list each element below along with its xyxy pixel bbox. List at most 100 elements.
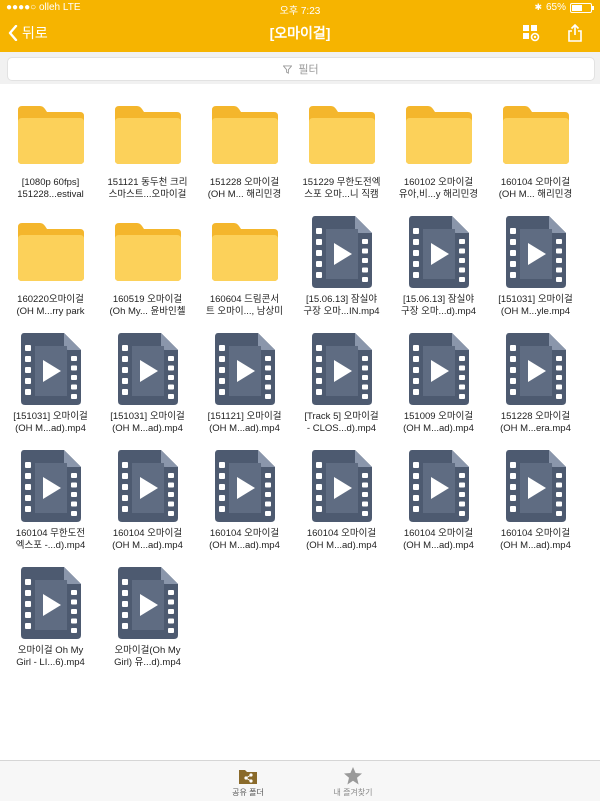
item-label: 151009 오마이걸 (OH M...ad).mp4 (403, 411, 474, 434)
video-file-icon (311, 450, 372, 522)
video-file-icon (117, 333, 178, 405)
item-label: [151121] 오마이걸 (OH M...ad).mp4 (207, 411, 282, 434)
video-file-item[interactable]: [151031] 오마이걸 (OH M...ad).mp4 (2, 329, 99, 435)
clock: 오후 7:23 (279, 6, 321, 17)
item-label: 160102 오마이걸 유아,비...y 해리민경 (398, 177, 479, 200)
video-file-icon (20, 450, 81, 522)
video-file-icon (214, 450, 275, 522)
video-file-icon (505, 333, 566, 405)
video-file-item[interactable]: [15.06.13] 잠실야 구장 오마...d).mp4 (390, 212, 487, 318)
video-file-item[interactable]: [15.06.13] 잠실야 구장 오마...IN.mp4 (293, 212, 390, 318)
folder-icon (114, 106, 181, 164)
folder-item[interactable]: 151229 무한도전엑 스포 오마...니 직캠 (293, 95, 390, 201)
video-file-item[interactable]: 160104 오마이걸 (OH M...ad).mp4 (390, 446, 487, 552)
shared-folder-icon (239, 770, 257, 784)
folder-icon (211, 223, 278, 281)
item-label: 160104 무한도전 엑스포 -...d).mp4 (15, 528, 86, 551)
item-label: [151031] 오마이걸 (OH M...yle.mp4 (498, 294, 573, 317)
grid-view-icon (523, 25, 540, 42)
video-file-item[interactable]: [Track 5] 오마이걸 - CLOS...d).mp4 (293, 329, 390, 435)
video-file-icon (505, 216, 566, 288)
top-bar: ●●●●○ olleh LTE 오후 7:23 ✱ 65% 뒤로 [오마이걸] (0, 0, 600, 52)
share-button[interactable] (564, 22, 586, 44)
item-label: [15.06.13] 잠실야 구장 오마...IN.mp4 (303, 294, 380, 317)
item-label: 160519 오마이걸 (Oh My... 윤바인첼 (109, 294, 186, 317)
item-label: [151031] 오마이걸 (OH M...ad).mp4 (13, 411, 88, 434)
battery-percent: 65% (545, 2, 566, 13)
folder-item[interactable]: 151228 오마이걸 (OH M... 해리민경 (196, 95, 293, 201)
share-icon (568, 24, 582, 42)
video-file-icon (311, 333, 372, 405)
video-file-item[interactable]: 160104 오마이걸 (OH M...ad).mp4 (99, 446, 196, 552)
item-label: 160104 오마이걸 (OH M...ad).mp4 (209, 528, 280, 551)
chevron-left-icon (8, 25, 18, 41)
item-label: 오마이걸(Oh My Girl) 유...d).mp4 (114, 645, 181, 668)
folder-item[interactable]: 160220오마이걸 (OH M...rry park (2, 212, 99, 318)
item-label: 151229 무한도전엑 스포 오마...니 직캠 (302, 177, 381, 200)
video-file-item[interactable]: 오마이걸(Oh My Girl) 유...d).mp4 (99, 563, 196, 669)
video-file-icon (20, 567, 81, 639)
filter-input[interactable]: 필터 (7, 57, 595, 81)
video-file-item[interactable]: 오마이걸 Oh My Girl - LI...6).mp4 (2, 563, 99, 669)
video-file-icon (20, 333, 81, 405)
video-file-icon (311, 216, 372, 288)
item-label: 160104 오마이걸 (OH M...ad).mp4 (112, 528, 183, 551)
folder-item[interactable]: 151121 동두천 크리 스마스트...오마이걸 (99, 95, 196, 201)
star-icon (344, 767, 362, 785)
video-file-item[interactable]: 160104 오마이걸 (OH M...ad).mp4 (293, 446, 390, 552)
item-label: 160104 오마이걸 (OH M... 해리민경 (498, 177, 573, 200)
folder-icon (17, 223, 84, 281)
item-label: [151031] 오마이걸 (OH M...ad).mp4 (110, 411, 185, 434)
video-file-item[interactable]: 160104 무한도전 엑스포 -...d).mp4 (2, 446, 99, 552)
item-label: 160220오마이걸 (OH M...rry park (16, 294, 85, 317)
video-file-icon (505, 450, 566, 522)
video-file-icon (214, 333, 275, 405)
folder-icon (17, 106, 84, 164)
filter-icon (283, 64, 293, 74)
video-file-item[interactable]: 151228 오마이걸 (OH M...era.mp4 (487, 329, 584, 435)
battery-icon (570, 2, 594, 13)
item-label: 160104 오마이걸 (OH M...ad).mp4 (500, 528, 571, 551)
item-label: 160104 오마이걸 (OH M...ad).mp4 (403, 528, 474, 551)
folder-item[interactable]: [1080p 60fps] 151228...estival (2, 95, 99, 201)
tab-favorites[interactable]: 내 즐겨찾기 (313, 765, 393, 798)
video-file-item[interactable]: 160104 오마이걸 (OH M...ad).mp4 (196, 446, 293, 552)
folder-icon (502, 106, 569, 164)
back-label: 뒤로 (22, 25, 48, 41)
tab-label: 내 즐겨찾기 (333, 788, 373, 797)
video-file-item[interactable]: 151009 오마이걸 (OH M...ad).mp4 (390, 329, 487, 435)
video-file-item[interactable]: 160104 오마이걸 (OH M...ad).mp4 (487, 446, 584, 552)
video-file-item[interactable]: [151031] 오마이걸 (OH M...yle.mp4 (487, 212, 584, 318)
item-label: [1080p 60fps] 151228...estival (17, 177, 84, 200)
folder-icon (405, 106, 472, 164)
folder-item[interactable]: 160104 오마이걸 (OH M... 해리민경 (487, 95, 584, 201)
video-file-item[interactable]: [151031] 오마이걸 (OH M...ad).mp4 (99, 329, 196, 435)
item-label: [15.06.13] 잠실야 구장 오마...d).mp4 (400, 294, 477, 317)
item-label: 오마이걸 Oh My Girl - LI...6).mp4 (16, 645, 85, 668)
bluetooth-icon: ✱ (534, 2, 542, 12)
folder-item[interactable]: 160102 오마이걸 유아,비...y 해리민경 (390, 95, 487, 201)
item-label: 151228 오마이걸 (OH M... 해리민경 (207, 177, 282, 200)
filter-bar: 필터 (0, 52, 600, 84)
folder-item[interactable]: 160604 드림콘서 트 오마이..., 남상미 (196, 212, 293, 318)
video-file-icon (408, 216, 469, 288)
battery-status: ✱ 65% (534, 2, 594, 13)
folder-item[interactable]: 160519 오마이걸 (Oh My... 윤바인첼 (99, 212, 196, 318)
folder-icon (308, 106, 375, 164)
tab-label: 공유 폴더 (232, 788, 264, 797)
item-label: [Track 5] 오마이걸 - CLOS...d).mp4 (304, 411, 379, 434)
tab-shared-folder[interactable]: 공유 폴더 (208, 765, 288, 798)
video-file-icon (117, 450, 178, 522)
item-label: 160604 드림콘서 트 오마이..., 남상미 (205, 294, 284, 317)
video-file-icon (408, 333, 469, 405)
item-label: 151121 동두천 크리 스마스트...오마이걸 (107, 177, 188, 200)
view-mode-button[interactable] (520, 22, 542, 44)
filter-placeholder: 필터 (298, 64, 319, 76)
video-file-icon (408, 450, 469, 522)
folder-icon (211, 106, 278, 164)
video-file-icon (117, 567, 178, 639)
back-button[interactable]: 뒤로 (8, 22, 48, 44)
folder-icon (114, 223, 181, 281)
video-file-item[interactable]: [151121] 오마이걸 (OH M...ad).mp4 (196, 329, 293, 435)
status-bar: ●●●●○ olleh LTE 오후 7:23 ✱ 65% (0, 0, 600, 17)
